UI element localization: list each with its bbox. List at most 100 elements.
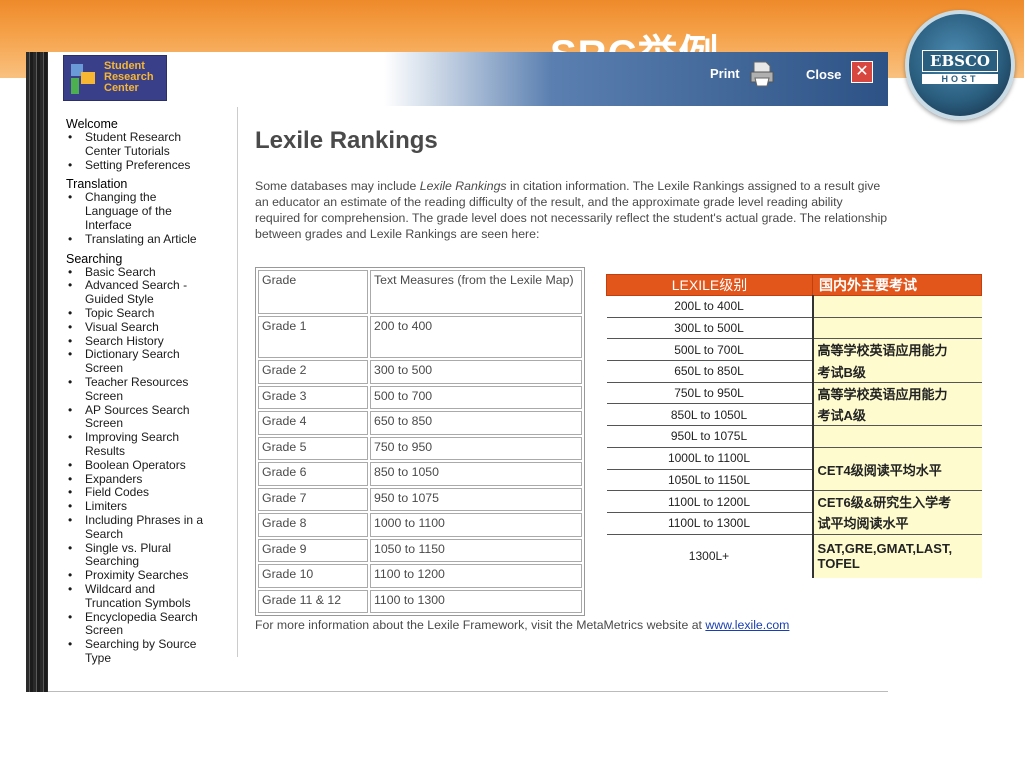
table-row: 200L to 400L bbox=[606, 295, 982, 318]
sidebar-item-limiters[interactable]: Limiters bbox=[66, 499, 216, 514]
grade-cell: Grade 3 bbox=[258, 385, 368, 409]
table-row: Grade 4 650 to 850 bbox=[258, 411, 582, 435]
ebsco-host-logo: EBSCO HOST bbox=[905, 10, 1015, 120]
exam-cell: 高等学校英语应用能力 bbox=[811, 338, 982, 361]
logo-squares-icon bbox=[71, 64, 97, 94]
measure-cell: 1000 to 1100 bbox=[370, 513, 582, 537]
table-row: Grade 2 300 to 500 bbox=[258, 360, 582, 384]
grade-cell: Grade 1 bbox=[258, 316, 368, 358]
sidebar-item-tutorials[interactable]: Student Research Center Tutorials bbox=[66, 130, 201, 159]
lexile-level-cell: 500L to 700L bbox=[606, 338, 813, 362]
slide: SRC举例 EBSCO HOST Student Research Center bbox=[0, 0, 1024, 768]
lexile-level-cell: 1050L to 1150L bbox=[606, 469, 813, 492]
measure-cell: 1100 to 1300 bbox=[370, 589, 582, 613]
ebsco-logo-text: EBSCO bbox=[922, 50, 998, 72]
sidebar-item-translating-article[interactable]: Translating an Article bbox=[66, 232, 237, 247]
table-header-cell: Grade bbox=[258, 270, 368, 314]
lexile-level-cell: 200L to 400L bbox=[606, 295, 813, 318]
sidebar-item-setting-preferences[interactable]: Setting Preferences bbox=[66, 158, 237, 173]
grade-cell: Grade 8 bbox=[258, 513, 368, 537]
printer-icon[interactable] bbox=[748, 58, 776, 88]
sidebar-item-ap-sources[interactable]: AP Sources Search Screen bbox=[66, 403, 201, 432]
measure-cell: 750 to 950 bbox=[370, 436, 582, 460]
table-header-row: Grade Text Measures (from the Lexile Map… bbox=[258, 270, 582, 314]
sidebar-item-boolean-operators[interactable]: Boolean Operators bbox=[66, 458, 216, 473]
lexile-level-cell: 300L to 500L bbox=[606, 317, 813, 340]
exam-header: 国内外主要考试 bbox=[812, 274, 982, 296]
table-row: Grade 10 1100 to 1200 bbox=[258, 564, 582, 588]
sidebar-item-proximity-searches[interactable]: Proximity Searches bbox=[66, 568, 216, 583]
close-button[interactable]: Close bbox=[806, 67, 841, 82]
measure-cell: 200 to 400 bbox=[370, 316, 582, 358]
sidebar-item-expanders[interactable]: Expanders bbox=[66, 472, 216, 487]
measure-cell: 300 to 500 bbox=[370, 360, 582, 384]
sidebar-heading: Searching bbox=[66, 251, 123, 266]
sidebar-item-single-vs-plural[interactable]: Single vs. Plural Searching bbox=[66, 541, 186, 570]
sidebar-item-visual-search[interactable]: Visual Search bbox=[66, 320, 216, 335]
sidebar-item-advanced-search[interactable]: Advanced Search - Guided Style bbox=[66, 279, 196, 307]
sidebar-item-topic-search[interactable]: Topic Search bbox=[66, 306, 216, 321]
sidebar-item-searching-by-source[interactable]: Searching by Source Type bbox=[66, 637, 211, 666]
lexile-website-link[interactable]: www.lexile.com bbox=[705, 618, 789, 632]
sidebar-item-including-phrases[interactable]: Including Phrases in a Search bbox=[66, 513, 211, 542]
sidebar-item-wildcard-truncation[interactable]: Wildcard and Truncation Symbols bbox=[66, 582, 206, 611]
lexile-level-cell: 1300L+ bbox=[688, 549, 730, 564]
student-research-center-logo: Student Research Center bbox=[63, 55, 167, 101]
table-row: Grade 7 950 to 1075 bbox=[258, 487, 582, 511]
print-button[interactable]: Print bbox=[710, 66, 740, 81]
lexile-level-cell: 850L to 1050L bbox=[606, 403, 813, 427]
grade-cell: Grade 5 bbox=[258, 436, 368, 460]
sidebar-item-search-history[interactable]: Search History bbox=[66, 334, 216, 349]
grade-cell: Grade 4 bbox=[258, 411, 368, 435]
table-row: 300L to 500L bbox=[606, 317, 982, 340]
exam-cell: 试平均阅读水平 bbox=[811, 512, 982, 535]
intro-emphasis: Lexile Rankings bbox=[419, 179, 507, 193]
sidebar-heading: Translation bbox=[66, 177, 128, 192]
exam-cell: 考试A级 bbox=[811, 403, 982, 427]
measure-cell: 1100 to 1200 bbox=[370, 564, 582, 588]
grade-lexile-table: Grade Text Measures (from the Lexile Map… bbox=[255, 267, 585, 616]
grade-cell: Grade 6 bbox=[258, 462, 368, 486]
table-row: 1000L to 1100L CET4级阅读平均水平 bbox=[606, 447, 982, 492]
exam-cell: 高等学校英语应用能力 bbox=[811, 382, 982, 404]
exam-cell: SAT,GRE,GMAT,LAST, TOFEL bbox=[811, 534, 982, 579]
exam-cell: CET6级&研究生入学考 bbox=[811, 490, 982, 513]
table-row: 1100L to 1300L 试平均阅读水平 bbox=[606, 512, 982, 535]
table-row: 650L to 850L 考试B级 bbox=[606, 360, 982, 383]
measure-cell: 950 to 1075 bbox=[370, 487, 582, 511]
measure-cell: 500 to 700 bbox=[370, 385, 582, 409]
help-topics-sidebar: Welcome Student Research Center Tutorial… bbox=[48, 107, 238, 665]
sidebar-section-searching: Searching Basic Search Advanced Search -… bbox=[66, 252, 237, 666]
ebsco-logo-host: HOST bbox=[922, 74, 998, 84]
table-row: Grade 9 1050 to 1150 bbox=[258, 538, 582, 562]
window-frame-left-edge bbox=[26, 52, 48, 692]
sidebar-section-welcome: Welcome Student Research Center Tutorial… bbox=[66, 117, 237, 172]
grade-cell: Grade 10 bbox=[258, 564, 368, 588]
lexile-level-cell: 1000L to 1100L bbox=[606, 447, 813, 470]
lexile-level-cell: 1100L to 1200L bbox=[606, 490, 813, 513]
table-row: Grade 1 200 to 400 bbox=[258, 316, 582, 358]
measure-cell: 1050 to 1150 bbox=[370, 538, 582, 562]
sidebar-item-field-codes[interactable]: Field Codes bbox=[66, 486, 216, 500]
table-row: Grade 3 500 to 700 bbox=[258, 385, 582, 409]
sidebar-section-translation: Translation Changing the Language of the… bbox=[66, 177, 237, 246]
sidebar-item-improving-results[interactable]: Improving Search Results bbox=[66, 430, 196, 459]
table-row: Grade 5 750 to 950 bbox=[258, 436, 582, 460]
logo-text: Student Research Center bbox=[104, 60, 154, 94]
sidebar-item-changing-language[interactable]: Changing the Language of the Interface bbox=[66, 190, 186, 232]
measure-cell: 850 to 1050 bbox=[370, 462, 582, 486]
sidebar-item-basic-search[interactable]: Basic Search bbox=[66, 265, 216, 280]
sidebar-item-encyclopedia-search[interactable]: Encyclopedia Search Screen bbox=[66, 610, 216, 639]
table-row: Grade 11 & 12 1100 to 1300 bbox=[258, 589, 582, 613]
table-row: 1300L+ SAT,GRE,GMAT,LAST, TOFEL bbox=[607, 534, 982, 579]
exam-cell: 考试B级 bbox=[811, 360, 982, 383]
lexile-level-cell: 950L to 1075L bbox=[606, 425, 813, 448]
lexile-level-header: LEXILE级别 bbox=[606, 274, 813, 296]
grade-cell: Grade 11 & 12 bbox=[258, 589, 368, 613]
grade-cell: Grade 2 bbox=[258, 360, 368, 384]
sidebar-item-teacher-resources[interactable]: Teacher Resources Screen bbox=[66, 375, 201, 404]
sidebar-item-dictionary-search[interactable]: Dictionary Search Screen bbox=[66, 348, 191, 376]
close-icon[interactable]: ✕ bbox=[851, 61, 873, 83]
window-header: Student Research Center Print Close ✕ bbox=[48, 52, 888, 106]
grade-cell: Grade 9 bbox=[258, 538, 368, 562]
